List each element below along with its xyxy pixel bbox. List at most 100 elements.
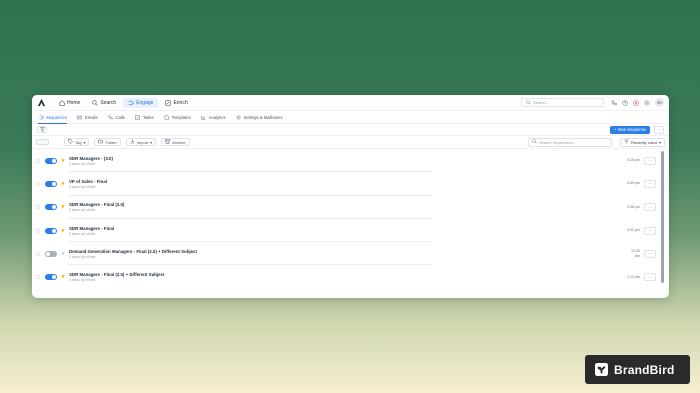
archive-icon [165, 139, 170, 145]
app-logo-icon[interactable] [37, 98, 46, 107]
phone-icon[interactable] [611, 99, 617, 106]
tab-templates[interactable]: Templates [164, 111, 191, 124]
task-icon [135, 114, 141, 120]
search-icon [525, 100, 531, 106]
sequence-active-toggle[interactable] [45, 227, 57, 234]
row-checkbox[interactable] [36, 205, 40, 210]
sequence-search-input[interactable]: Search Sequences... [527, 137, 612, 147]
sort-icon [624, 139, 629, 145]
toggle-knob [52, 205, 56, 210]
toggle-knob [52, 228, 56, 233]
nav-enrich-label: Enrich [173, 99, 188, 106]
star-icon[interactable]: ★ [60, 181, 66, 187]
new-sequence-button[interactable]: + New Sequence [609, 125, 650, 134]
sequence-title[interactable]: Demand Generation Managers - Final (2.0)… [69, 249, 197, 254]
star-icon[interactable]: ★ [60, 274, 66, 280]
star-icon[interactable]: ★ [60, 204, 66, 210]
nav-engage[interactable]: Engage [123, 97, 159, 108]
row-more-button[interactable]: ··· [644, 156, 656, 165]
row-more-button[interactable]: ··· [644, 273, 656, 282]
filter-button[interactable] [37, 126, 47, 133]
row-checkbox[interactable] [36, 181, 40, 186]
sort-dropdown[interactable]: Recently Used ▾ [619, 137, 665, 147]
sequence-row[interactable]: ★ SDR Managers - (3.0) 3 steps by Infini… [32, 149, 669, 173]
tab-sequences[interactable]: Sequences [38, 111, 67, 124]
help-icon[interactable] [622, 99, 628, 106]
search-icon [532, 139, 537, 145]
user-avatar[interactable]: SR [655, 98, 664, 107]
sequence-row[interactable]: ★ SDR Managers - Final (2.0) 3 steps by … [32, 196, 669, 219]
select-all-checkbox[interactable] [36, 139, 49, 145]
toggle-knob [52, 181, 56, 186]
row-checkbox[interactable] [36, 158, 40, 163]
search-icon [92, 99, 98, 106]
sequence-subtitle: 3 steps by Infinite [69, 208, 96, 213]
phone-icon [108, 114, 114, 120]
notification-icon[interactable] [633, 99, 639, 106]
enrich-icon [165, 99, 172, 106]
row-more-button[interactable]: ··· [644, 249, 656, 258]
toggle-knob [52, 158, 56, 163]
chevron-down-icon: ▾ [658, 139, 661, 145]
list-toolbar: Tag ▾ Folder Import ▾ Archive Search Seq… [32, 136, 669, 149]
tag-button[interactable]: Tag ▾ [64, 138, 90, 146]
tab-calls[interactable]: Calls [108, 111, 125, 124]
sequence-active-toggle[interactable] [45, 180, 57, 187]
nav-search[interactable]: Search [87, 98, 121, 108]
sequence-row[interactable]: ★ SDR Managers - Final (2.0) + Different… [32, 265, 669, 287]
sequence-title[interactable]: SDR Managers - Final (2.0) [69, 202, 124, 207]
star-icon[interactable]: ★ [60, 228, 66, 234]
star-icon[interactable]: ★ [60, 158, 66, 164]
folder-button[interactable]: Folder [94, 138, 121, 146]
sequence-search-placeholder: Search Sequences... [538, 139, 577, 145]
tab-emails[interactable]: Emails [77, 111, 98, 124]
app-window: Home Search Engage Enrich Search... SR S… [32, 95, 669, 298]
tab-settings-mailboxes[interactable]: Settings & Mailboxes [235, 111, 283, 124]
tab-sequences-label: Sequences [46, 114, 67, 120]
global-search-input[interactable]: Search... [521, 98, 604, 107]
global-search-placeholder: Search... [533, 100, 550, 105]
more-options-button[interactable]: ··· [654, 125, 664, 134]
archive-button[interactable]: Archive [161, 138, 190, 146]
sequence-time: 3:49 pm [627, 181, 640, 186]
sequence-time: 3:32 pm [627, 228, 640, 233]
sequence-time: 3:16 pm [627, 158, 640, 163]
row-checkbox[interactable] [36, 228, 40, 233]
star-icon[interactable]: ★ [60, 251, 66, 257]
nav-home[interactable]: Home [54, 98, 85, 108]
row-checkbox[interactable] [36, 251, 40, 256]
import-button[interactable]: Import ▾ [125, 138, 157, 146]
sequence-title[interactable]: SDR Managers - Final (2.0) + Different S… [69, 272, 165, 277]
tab-tasks[interactable]: Tasks [135, 111, 154, 124]
list-scrollbar[interactable] [661, 151, 664, 283]
folder-icon [98, 139, 104, 145]
row-more-button[interactable]: ··· [644, 226, 656, 235]
mail-icon [77, 114, 83, 120]
sequence-title[interactable]: SDR Managers - (3.0) [69, 156, 113, 161]
chevron-down-icon: ▾ [150, 139, 153, 145]
sequence-title[interactable]: SDR Managers - Final [69, 226, 114, 231]
sequence-title[interactable]: VP of Sales - Final [69, 179, 107, 184]
sequence-active-toggle[interactable] [45, 250, 57, 257]
tab-settings-mailboxes-label: Settings & Mailboxes [243, 114, 283, 120]
sequence-subtitle: 3 steps by Infinite [69, 231, 96, 236]
sequence-active-toggle[interactable] [45, 204, 57, 211]
sequence-time: 10:30 am [631, 248, 640, 258]
row-checkbox[interactable] [36, 275, 40, 280]
sequence-row[interactable]: ★ SDR Managers - Final 3 steps by Infini… [32, 219, 669, 243]
sequence-active-toggle[interactable] [45, 157, 57, 164]
sequence-active-toggle[interactable] [45, 274, 57, 281]
tab-analytics[interactable]: Analytics [201, 111, 225, 124]
sequence-row[interactable]: ★ VP of Sales - Final 3 steps by Infinit… [32, 172, 669, 196]
sequence-text: VP of Sales - Final 3 steps by Infinite [69, 179, 107, 189]
import-icon [130, 139, 135, 145]
nav-enrich[interactable]: Enrich [160, 98, 192, 108]
tab-tasks-label: Tasks [142, 114, 154, 120]
row-more-button[interactable]: ··· [644, 179, 656, 188]
sequence-row[interactable]: ★ Demand Generation Managers - Final (2.… [32, 242, 669, 266]
sequence-subtitle: 3 steps by Infinite [69, 278, 96, 283]
tab-emails-label: Emails [84, 114, 98, 120]
row-more-button[interactable]: ··· [644, 203, 656, 212]
settings-gear-icon[interactable] [644, 100, 650, 106]
engage-icon [128, 100, 135, 106]
